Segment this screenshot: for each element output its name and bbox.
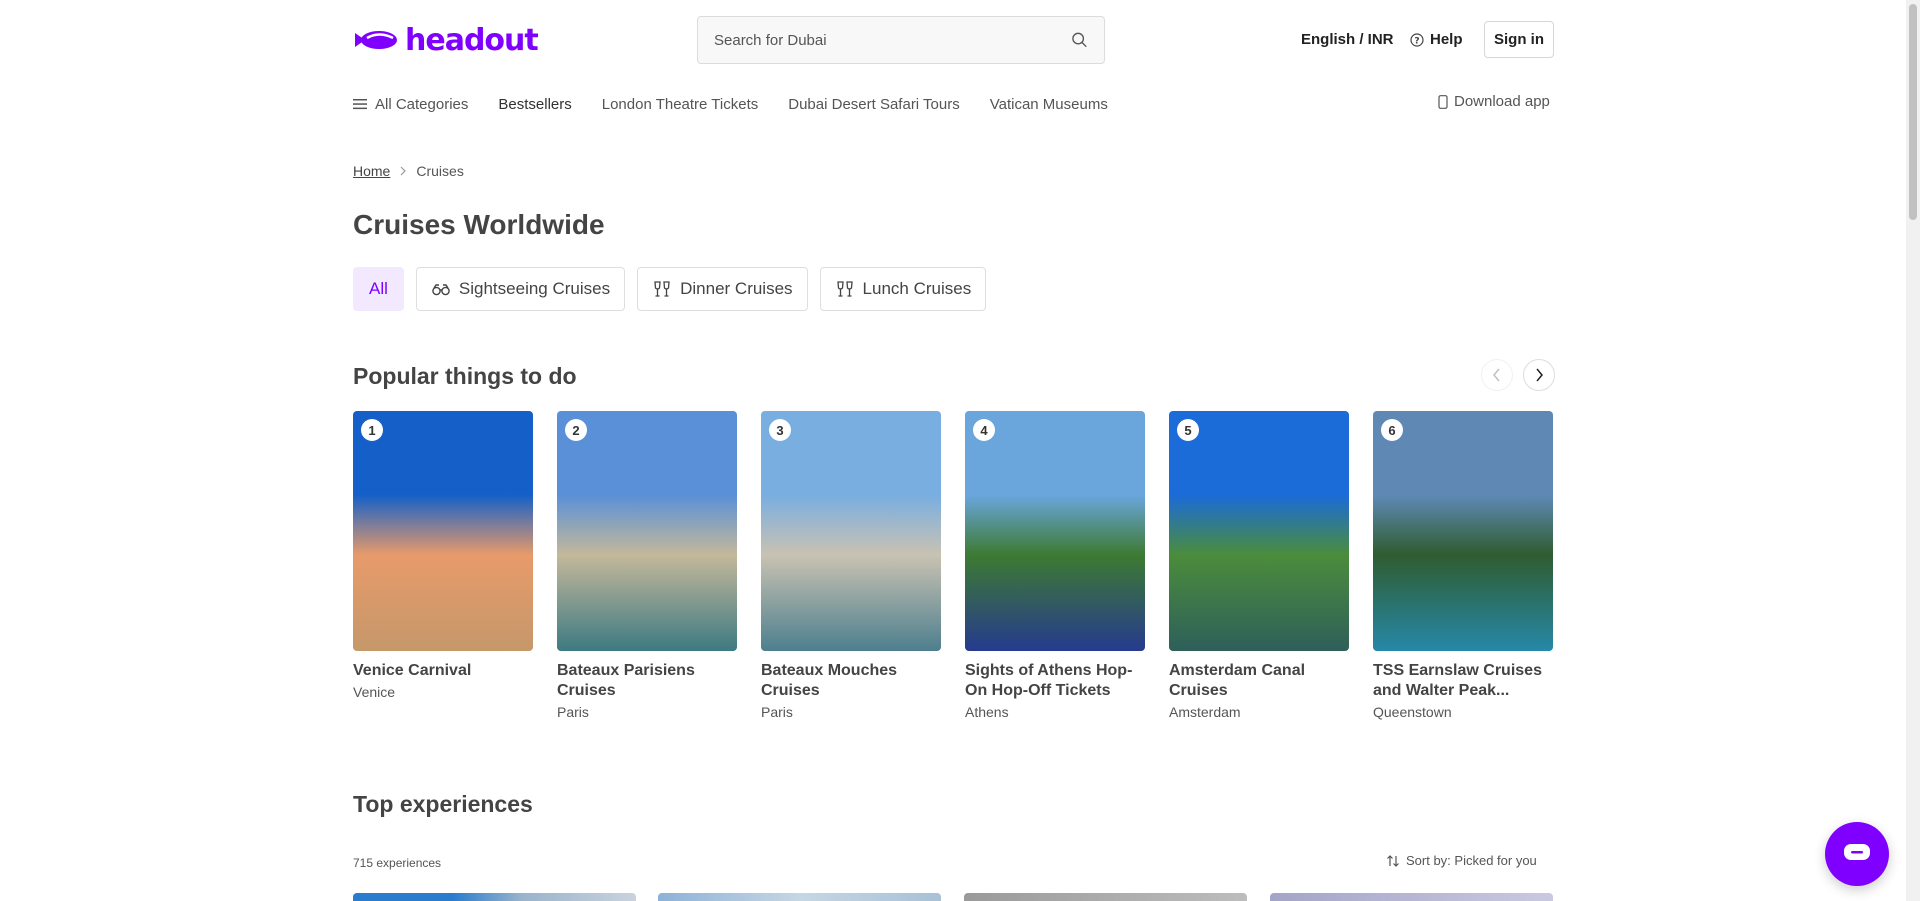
- language-currency-selector[interactable]: English / INR: [1301, 31, 1394, 48]
- download-app-link[interactable]: Download app: [1438, 93, 1550, 110]
- rank-badge: 3: [769, 419, 791, 441]
- chevron-left-icon: [1493, 368, 1500, 382]
- breadcrumb: Home Cruises: [353, 163, 464, 179]
- carousel-prev-button[interactable]: [1481, 359, 1513, 391]
- popular-card[interactable]: 5 Amsterdam Canal Cruises Amsterdam: [1169, 411, 1349, 720]
- popular-card[interactable]: 3 Bateaux Mouches Cruises Paris: [761, 411, 941, 720]
- popular-card-image[interactable]: 3: [761, 411, 941, 651]
- search-input[interactable]: [714, 31, 1071, 49]
- category-nav: All Categories Bestsellers London Theatr…: [353, 93, 1138, 115]
- experience-card-image[interactable]: [353, 893, 636, 901]
- breadcrumb-current: Cruises: [416, 163, 464, 179]
- top-experiences-title: Top experiences: [353, 791, 533, 817]
- svg-text:?: ?: [1414, 36, 1419, 46]
- chevron-right-icon: [1536, 368, 1543, 382]
- cheers-glasses-icon: [654, 281, 670, 297]
- filter-lunch-label: Lunch Cruises: [862, 279, 972, 298]
- carousel-next-button[interactable]: [1523, 359, 1555, 391]
- sort-icon: [1387, 854, 1399, 867]
- filter-dinner-cruises[interactable]: Dinner Cruises: [637, 267, 808, 311]
- filter-dinner-label: Dinner Cruises: [680, 279, 793, 298]
- popular-cards: 1 Venice Carnival Venice 2 Bateaux Parisiens…: [353, 411, 1553, 720]
- download-app-label: Download app: [1454, 93, 1550, 110]
- popular-card[interactable]: 2 Bateaux Parisiens Cruises Paris: [557, 411, 737, 720]
- experience-card-image[interactable]: [1270, 893, 1553, 901]
- popular-card-city: Paris: [761, 704, 793, 720]
- nav-vatican-museums[interactable]: Vatican Museums: [990, 96, 1108, 113]
- popular-card-image[interactable]: 4: [965, 411, 1145, 651]
- rank-badge: 5: [1177, 419, 1199, 441]
- experience-card-image[interactable]: [964, 893, 1247, 901]
- experience-count: 715 experiences: [353, 856, 442, 870]
- popular-card-city: Paris: [557, 704, 589, 720]
- filter-lunch-cruises[interactable]: Lunch Cruises: [819, 267, 987, 311]
- logo-text: headout: [405, 22, 539, 58]
- popular-section-title: Popular things to do: [353, 363, 577, 389]
- filter-all[interactable]: All: [353, 267, 404, 311]
- popular-card-image[interactable]: 5: [1169, 411, 1349, 651]
- all-categories-menu[interactable]: All Categories: [353, 96, 468, 113]
- help-icon: ?: [1410, 32, 1424, 47]
- experience-card-image[interactable]: [658, 893, 941, 901]
- rank-badge: 6: [1381, 419, 1403, 441]
- chat-support-button[interactable]: [1825, 822, 1889, 886]
- help-label: Help: [1430, 31, 1463, 48]
- page-title: Cruises Worldwide: [353, 209, 605, 240]
- filter-sightseeing-cruises[interactable]: Sightseeing Cruises: [415, 267, 626, 311]
- blimp-logo-icon: [355, 31, 397, 49]
- nav-london-theatre[interactable]: London Theatre Tickets: [602, 96, 759, 113]
- chat-bubble-icon: [1844, 844, 1870, 860]
- popular-card-title[interactable]: Amsterdam Canal Cruises: [1169, 661, 1349, 701]
- popular-card-city: Amsterdam: [1169, 704, 1241, 720]
- rank-badge: 2: [565, 419, 587, 441]
- search-bar[interactable]: [697, 16, 1105, 64]
- popular-card-city: Athens: [965, 704, 1009, 720]
- popular-card[interactable]: 6 TSS Earnslaw Cruises and Walter Peak...…: [1373, 411, 1553, 720]
- popular-card-image[interactable]: 2: [557, 411, 737, 651]
- popular-card-city: Venice: [353, 684, 396, 700]
- popular-card-title[interactable]: TSS Earnslaw Cruises and Walter Peak...: [1373, 661, 1553, 701]
- popular-card-image[interactable]: 6: [1373, 411, 1553, 651]
- sort-label: Sort by: Picked for you: [1406, 853, 1537, 868]
- all-categories-label: All Categories: [375, 95, 469, 113]
- popular-card-city: Queenstown: [1373, 704, 1452, 720]
- rank-badge: 4: [973, 419, 995, 441]
- popular-card-title[interactable]: Sights of Athens Hop-On Hop-Off Tickets: [965, 661, 1145, 701]
- popular-card-title[interactable]: Venice Carnival: [353, 661, 533, 681]
- sort-dropdown[interactable]: Sort by: Picked for you: [1386, 853, 1537, 868]
- popular-card[interactable]: 1 Venice Carnival Venice: [353, 411, 533, 720]
- rank-badge: 1: [361, 419, 383, 441]
- hamburger-icon: [353, 99, 367, 110]
- scrollbar-thumb[interactable]: [1909, 4, 1917, 220]
- filter-all-label: All: [369, 279, 388, 298]
- headout-logo[interactable]: headout: [353, 22, 539, 58]
- popular-card[interactable]: 4 Sights of Athens Hop-On Hop-Off Tickets…: [965, 411, 1145, 720]
- popular-card-title[interactable]: Bateaux Mouches Cruises: [761, 661, 941, 701]
- help-link[interactable]: ? Help: [1410, 31, 1463, 48]
- binoculars-icon: [432, 284, 450, 296]
- cheers-glasses-icon: [836, 281, 853, 297]
- category-filter-chips: All Sightseeing Cruises Dinner Cruises L…: [353, 267, 987, 311]
- carousel-controls: [1481, 359, 1555, 391]
- filter-sightseeing-label: Sightseeing Cruises: [458, 279, 611, 298]
- chevron-right-icon: [400, 166, 407, 176]
- sign-in-button[interactable]: Sign in: [1484, 21, 1554, 58]
- popular-card-title[interactable]: Bateaux Parisiens Cruises: [557, 661, 737, 701]
- nav-dubai-desert-safari[interactable]: Dubai Desert Safari Tours: [788, 96, 959, 113]
- page-scrollbar[interactable]: [1906, 0, 1920, 901]
- popular-card-image[interactable]: 1: [353, 411, 533, 651]
- search-icon[interactable]: [1071, 31, 1088, 49]
- phone-icon: [1438, 94, 1448, 109]
- breadcrumb-home[interactable]: Home: [353, 163, 390, 179]
- nav-bestsellers[interactable]: Bestsellers: [498, 96, 571, 113]
